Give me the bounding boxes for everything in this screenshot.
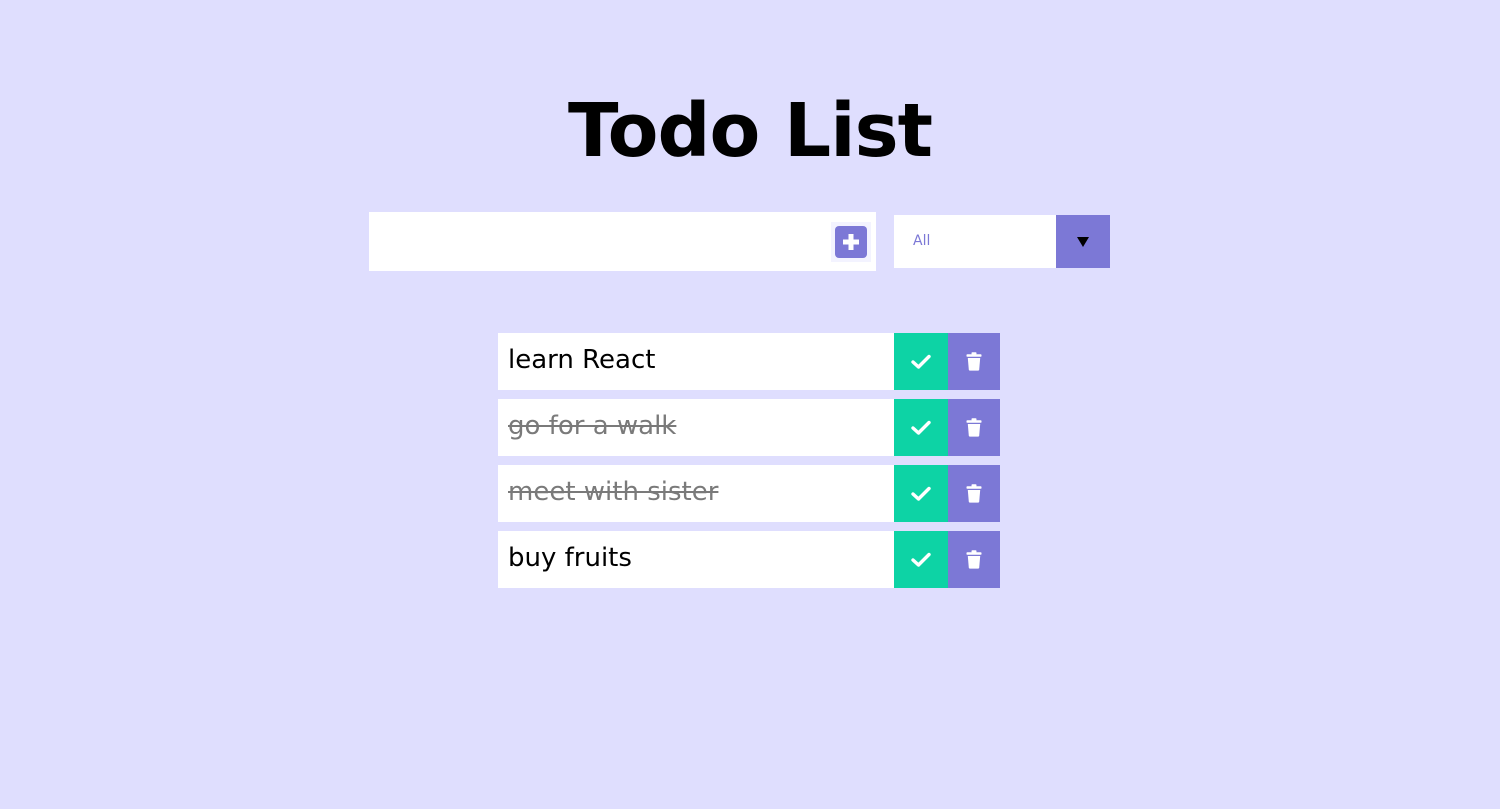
trash-icon: [966, 550, 982, 569]
delete-button[interactable]: [948, 399, 1000, 456]
trash-icon: [966, 484, 982, 503]
todo-text: go for a walk: [508, 411, 677, 441]
complete-button[interactable]: [894, 531, 948, 588]
todo-input-container: [369, 212, 876, 271]
check-icon: [911, 354, 931, 370]
triangle-down-icon: [1077, 236, 1089, 247]
page-title: Todo List: [568, 87, 933, 174]
filter-select[interactable]: All: [894, 215, 1110, 268]
todo-input[interactable]: [369, 212, 819, 271]
delete-button[interactable]: [948, 465, 1000, 522]
check-icon: [911, 420, 931, 436]
todo-text: buy fruits: [508, 543, 632, 573]
todo-item: meet with sister: [498, 465, 1000, 522]
check-icon: [911, 552, 931, 568]
delete-button[interactable]: [948, 333, 1000, 390]
todo-text: meet with sister: [508, 477, 719, 507]
trash-icon: [966, 418, 982, 437]
complete-button[interactable]: [894, 465, 948, 522]
todo-item: go for a walk: [498, 399, 1000, 456]
delete-button[interactable]: [948, 531, 1000, 588]
check-icon: [911, 486, 931, 502]
complete-button[interactable]: [894, 333, 948, 390]
trash-icon: [966, 352, 982, 371]
filter-dropdown-button[interactable]: [1056, 215, 1110, 268]
add-todo-button[interactable]: [831, 222, 871, 262]
filter-selected-value: All: [913, 233, 931, 249]
todo-item: learn React: [498, 333, 1000, 390]
plus-square-icon: [835, 226, 867, 258]
todo-item: buy fruits: [498, 531, 1000, 588]
complete-button[interactable]: [894, 399, 948, 456]
todo-list: learn React go for a walk meet with sist…: [498, 333, 1000, 597]
todo-text: learn React: [508, 345, 656, 375]
